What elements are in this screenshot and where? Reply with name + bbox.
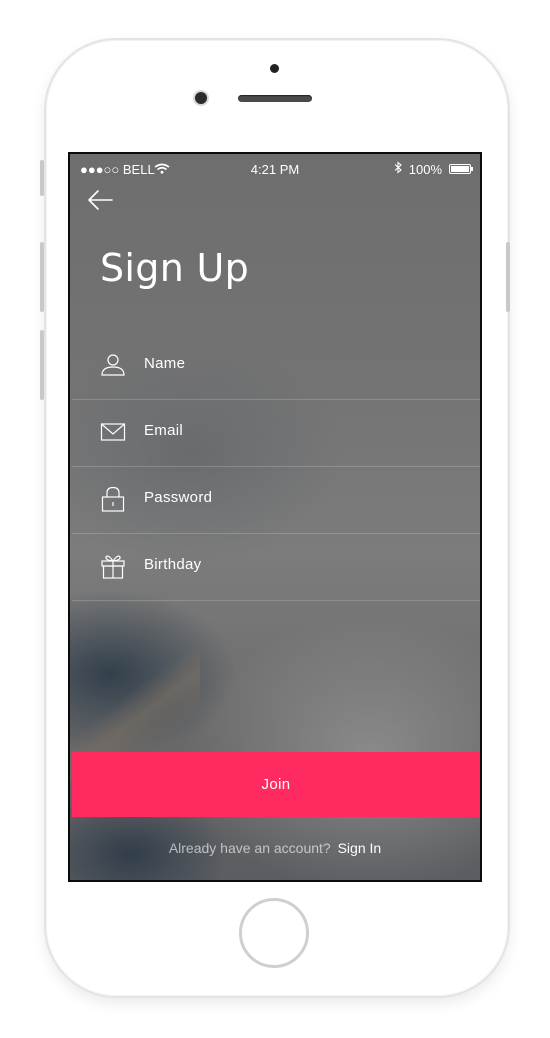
birthday-field-label: Birthday	[144, 556, 202, 573]
front-camera	[193, 90, 209, 106]
account-question: Already have an account?	[168, 840, 331, 856]
gift-icon	[101, 555, 125, 579]
page-title: Sign Up	[100, 246, 249, 290]
email-field-label: Email	[144, 422, 184, 439]
name-field-label: Name	[144, 355, 186, 372]
volume-up-button	[40, 242, 44, 312]
sign-in-prompt: Already have an account? Sign In	[70, 840, 480, 856]
user-icon	[101, 354, 125, 376]
bluetooth-icon	[394, 161, 402, 174]
volume-down-button	[40, 330, 44, 400]
join-button[interactable]: Join	[72, 752, 480, 817]
proximity-sensor	[270, 64, 279, 73]
mute-switch	[40, 160, 44, 196]
back-arrow-icon[interactable]	[84, 184, 116, 216]
phone-screen: ●●●○○ BELL 4:21 PM 100% Sign Up Name Ema…	[68, 152, 482, 882]
name-field[interactable]: Name	[72, 332, 480, 400]
sign-in-link[interactable]: Sign In	[338, 840, 382, 856]
earpiece-speaker	[238, 95, 312, 102]
password-field[interactable]: Password	[72, 466, 480, 534]
battery-percentage: 100%	[408, 162, 442, 177]
home-button[interactable]	[239, 898, 309, 968]
lock-icon	[101, 486, 125, 512]
sign-up-screen: ●●●○○ BELL 4:21 PM 100% Sign Up Name Ema…	[70, 154, 480, 880]
birthday-field[interactable]: Birthday	[72, 533, 480, 601]
email-field[interactable]: Email	[72, 399, 480, 467]
status-bar: ●●●○○ BELL 4:21 PM 100%	[70, 154, 480, 184]
power-button	[506, 242, 510, 312]
battery-icon	[449, 164, 473, 174]
mail-icon	[100, 423, 126, 441]
password-field-label: Password	[144, 489, 213, 506]
